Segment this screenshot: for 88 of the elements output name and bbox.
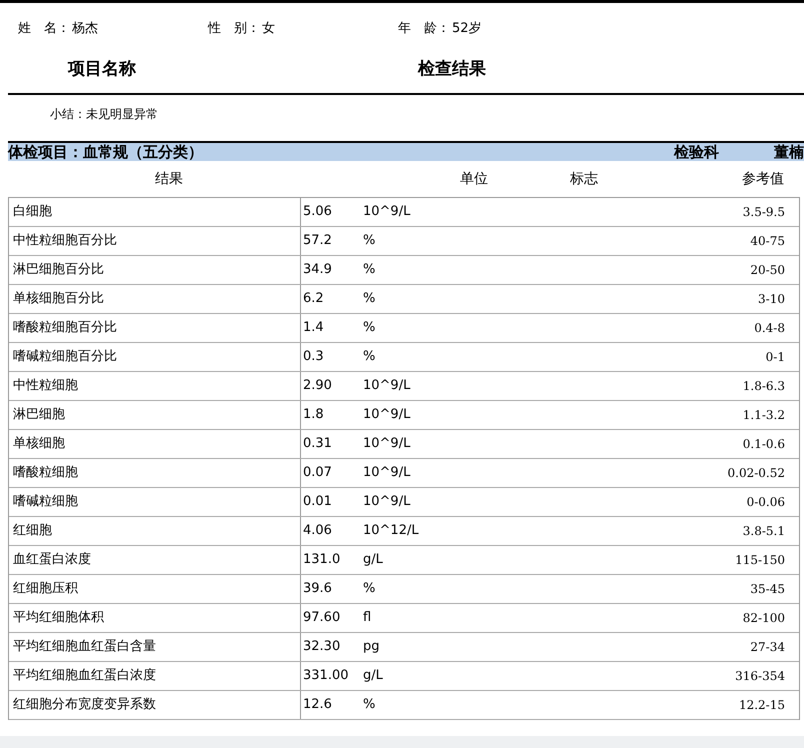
result-value: 5.06: [303, 203, 333, 222]
unit-text: %: [363, 290, 376, 308]
result-value: 12.6: [303, 696, 333, 714]
item-name: 平均红细胞血红蛋白含量: [13, 638, 156, 656]
reference-range: 20-50: [750, 262, 785, 279]
result-value: 1.4: [303, 319, 325, 338]
field-value: 52岁: [452, 20, 482, 38]
result-value: 0.01: [303, 493, 333, 512]
item-name: 红细胞分布宽度变异系数: [13, 696, 156, 714]
field-value: 杨杰: [72, 20, 98, 38]
department-text: 检验科: [674, 142, 720, 163]
result-value: 0.07: [303, 464, 333, 482]
item-name: 嗜碱粒细胞百分比: [13, 348, 117, 366]
unit-text: %: [363, 696, 376, 714]
item-name: 嗜酸粒细胞百分比: [13, 319, 117, 338]
result-value: 0.31: [303, 435, 333, 454]
field-label: 姓 名：: [18, 20, 70, 38]
unit-text: %: [363, 319, 376, 338]
unit-text: %: [363, 348, 376, 366]
item-name: 红细胞: [13, 522, 52, 540]
summary-text: 小结：未见明显异常: [50, 107, 158, 121]
reference-range: 27-34: [750, 639, 785, 656]
reference-range: 0-1: [766, 349, 785, 366]
item-name: 单核细胞: [13, 435, 65, 454]
reference-range: 115-150: [735, 552, 785, 569]
item-name: 嗜碱粒细胞: [13, 493, 78, 512]
reference-range: 3.8-5.1: [742, 523, 785, 540]
unit-text: fl: [363, 609, 372, 628]
item-name: 红细胞压积: [13, 580, 78, 598]
reference-range: 3-10: [758, 291, 785, 308]
section-title: 体检项目：血常规（五分类）: [8, 142, 204, 163]
unit-text: 10^9/L: [363, 435, 412, 454]
result-value: 2.90: [303, 377, 333, 396]
item-name: 白细胞: [13, 203, 52, 222]
result-value: 39.6: [303, 580, 333, 598]
item-name: 淋巴细胞百分比: [13, 261, 104, 280]
unit-text: g/L: [363, 667, 384, 686]
reference-range: 0.02-0.52: [728, 465, 785, 482]
unit-text: 10^9/L: [363, 493, 412, 512]
result-value: 131.0: [303, 551, 342, 570]
item-name: 中性粒细胞: [13, 377, 78, 396]
column-heading: 检查结果: [418, 58, 486, 82]
unit-text: %: [363, 261, 376, 280]
result-value: 4.06: [303, 522, 333, 540]
result-value: 34.9: [303, 261, 333, 280]
result-value: 97.60: [303, 609, 342, 628]
reference-range: 3.5-9.5: [742, 204, 785, 221]
result-value: 32.30: [303, 638, 342, 656]
reference-range: 1.8-6.3: [742, 378, 785, 395]
item-name: 中性粒细胞百分比: [13, 232, 117, 250]
doctor-name: 董楠: [774, 142, 804, 163]
unit-text: 10^9/L: [363, 406, 412, 424]
unit-text: %: [363, 232, 376, 250]
unit-text: 10^9/L: [363, 464, 412, 482]
field-label: 性 别：: [208, 20, 260, 38]
reference-range: 82-100: [742, 610, 785, 627]
result-value: 6.2: [303, 290, 325, 308]
column-header: 单位: [460, 170, 488, 186]
unit-text: 10^9/L: [363, 203, 412, 222]
reference-range: 0.4-8: [754, 320, 785, 337]
reference-range: 35-45: [750, 581, 785, 598]
reference-range: 316-354: [735, 668, 785, 685]
unit-text: %: [363, 580, 376, 598]
column-header: 结果: [155, 170, 183, 186]
reference-range: 1.1-3.2: [742, 407, 785, 424]
column-header: 标志: [570, 170, 598, 186]
field-value: 女: [262, 20, 275, 38]
reference-range: 0.1-0.6: [742, 436, 785, 453]
result-value: 1.8: [303, 406, 325, 424]
unit-text: 10^9/L: [363, 377, 412, 396]
unit-text: g/L: [363, 551, 384, 570]
column-header: 参考值: [742, 170, 784, 186]
item-name: 平均红细胞血红蛋白浓度: [13, 667, 156, 686]
column-heading: 项目名称: [66, 58, 137, 82]
item-name: 单核细胞百分比: [13, 290, 104, 308]
item-name: 平均红细胞体积: [13, 609, 104, 628]
reference-range: 0-0.06: [746, 494, 785, 511]
result-value: 57.2: [303, 232, 333, 250]
item-name: 淋巴细胞: [13, 406, 65, 424]
result-value: 0.3: [303, 348, 325, 366]
reference-range: 12.2-15: [738, 697, 785, 714]
reference-range: 40-75: [750, 233, 785, 250]
unit-text: pg: [363, 638, 381, 656]
result-value: 331.00: [303, 667, 350, 686]
unit-text: 10^12/L: [363, 522, 420, 540]
item-name: 嗜酸粒细胞: [13, 464, 78, 482]
field-label: 年 龄：: [398, 20, 450, 38]
item-name: 血红蛋白浓度: [13, 551, 91, 570]
